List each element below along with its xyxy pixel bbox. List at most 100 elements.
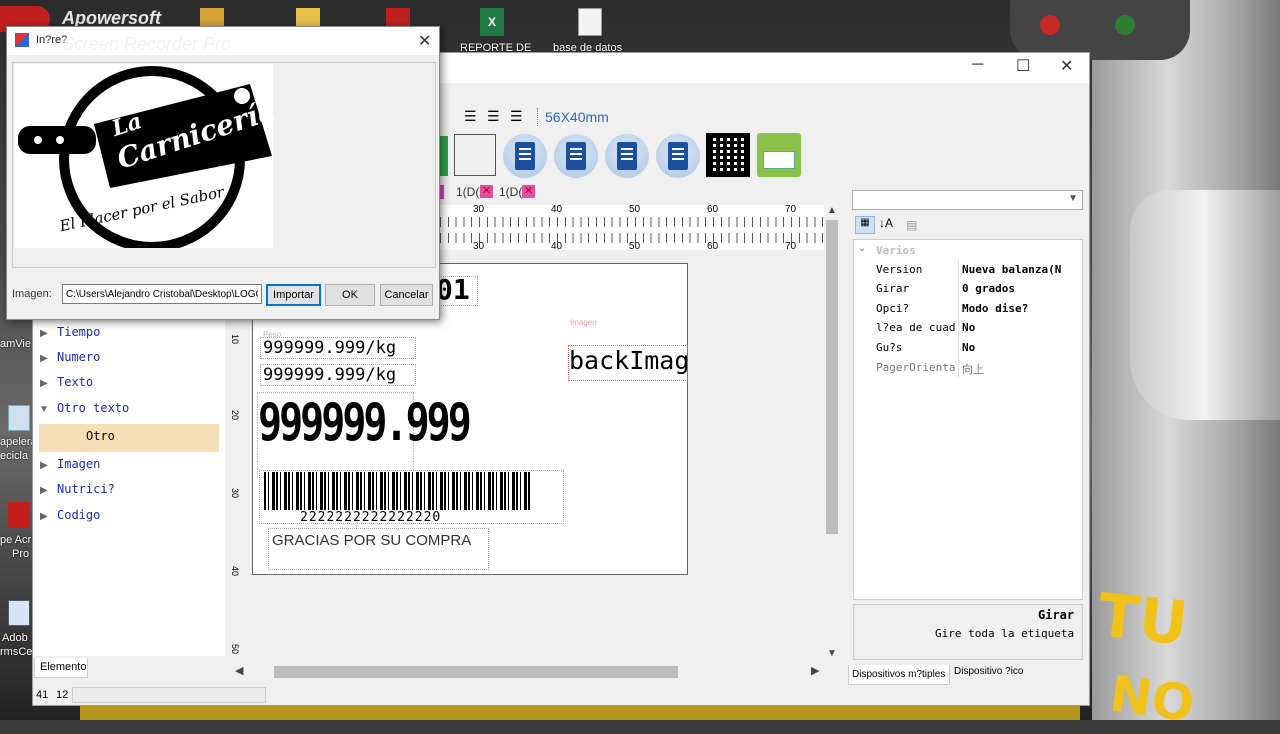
ruler-tick-40: 40: [551, 204, 563, 215]
tree-arrow-right-icon[interactable]: ▶: [40, 353, 48, 364]
tree-item-imagen[interactable]: Imagen: [57, 457, 100, 471]
prop-val-opcion[interactable]: Modo dise?: [962, 302, 1028, 315]
tab-document-2[interactable]: 1(D(: [499, 185, 522, 199]
desktop-label-papelera-2: ecicla: [0, 450, 29, 462]
ruler-tick-50: 50: [629, 204, 641, 215]
document-icon-2[interactable]: [554, 134, 598, 178]
description-text: Gire toda la etiqueta: [935, 627, 1075, 640]
tab-dispositivos-multiples[interactable]: Dispositivos m?tiples: [848, 665, 950, 685]
dialog-close-icon[interactable]: ✕: [418, 31, 431, 51]
prop-val-version[interactable]: Nueva balanza(N: [962, 263, 1082, 276]
prop-name-guias: Gu?s: [876, 341, 903, 354]
prop-val-guias[interactable]: No: [962, 341, 975, 354]
tree-arrow-right-icon[interactable]: ▶: [40, 328, 48, 339]
tree-arrow-right-icon[interactable]: ▶: [40, 460, 48, 471]
scroll-right-icon[interactable]: ▶: [811, 664, 819, 677]
recycle-bin-icon[interactable]: [8, 405, 30, 431]
align-left-icon[interactable]: ☰: [464, 108, 477, 125]
dialog-title: In?re?: [36, 34, 68, 46]
vertical-scrollbar-thumb[interactable]: [826, 220, 838, 534]
text-file-icon[interactable]: [578, 8, 602, 36]
field-big-number[interactable]: 999999.999: [257, 392, 472, 478]
ruler-tick-40b: 40: [551, 241, 563, 252]
tree-item-numero[interactable]: Numero: [57, 350, 100, 364]
acrobat-icon[interactable]: [8, 502, 30, 528]
field-thanks[interactable]: GRACIAS POR SU COMPRA: [268, 528, 489, 570]
scroll-up-icon[interactable]: ▲: [827, 205, 837, 216]
background-stripe: [80, 705, 1080, 720]
tab-dispositivo-unico[interactable]: Dispositivo ?ico: [954, 666, 1023, 677]
document-icon-1[interactable]: [503, 134, 547, 178]
tree-item-otro-texto[interactable]: Otro texto: [57, 401, 129, 415]
tree-item-codigo[interactable]: Codigo: [57, 508, 100, 522]
prop-name-opcion: Opci?: [876, 302, 910, 315]
cancel-button[interactable]: Cancelar: [380, 284, 433, 306]
mixer-head: [1010, 0, 1190, 60]
tree-arrow-right-icon[interactable]: ▶: [40, 485, 48, 496]
mixer-bowl: [1130, 190, 1280, 420]
prop-name-girar: Girar: [876, 282, 910, 295]
tree-item-otro[interactable]: Otro: [86, 429, 115, 443]
document-icon-4[interactable]: [656, 134, 700, 178]
desktop-label-adobe-1: Adob: [2, 632, 28, 644]
chevron-down-icon[interactable]: ▼: [1068, 193, 1078, 204]
field-weight-2[interactable]: 999999.999/kg: [260, 364, 416, 386]
sort-az-icon[interactable]: ↓A: [879, 216, 893, 230]
tab-close-icon-2[interactable]: ✕: [522, 185, 535, 198]
scroll-left-icon[interactable]: ◀: [235, 664, 243, 677]
categorized-icon[interactable]: ▦: [855, 216, 875, 234]
tree-arrow-right-icon[interactable]: ▶: [40, 378, 48, 389]
ruler-tick-60b: 60: [707, 241, 719, 252]
qr-code-icon[interactable]: [706, 133, 750, 177]
tree-arrow-down-icon[interactable]: ▼: [39, 404, 49, 415]
desktop-label-adobe-2: rmsCe: [0, 646, 33, 658]
ruler-tick-70b: 70: [785, 241, 797, 252]
adobe-forms-icon[interactable]: [8, 600, 30, 626]
tab-document-1[interactable]: 1(D(: [456, 185, 479, 199]
object-selector[interactable]: [852, 190, 1083, 210]
status-progress: [72, 687, 266, 703]
tab-partial[interactable]: [440, 185, 444, 199]
tree-item-nutricion[interactable]: Nutrici?: [57, 482, 115, 496]
scroll-down-icon[interactable]: ▼: [827, 648, 837, 659]
partial-green-icon[interactable]: [440, 136, 448, 176]
prop-val-girar[interactable]: 0 grados: [962, 282, 1015, 295]
ruler-tick-30b: 30: [473, 241, 485, 252]
field-top-partial: 01: [436, 273, 470, 306]
field-image-caption: Imagen: [570, 318, 597, 327]
tree-selected-row[interactable]: [39, 424, 219, 452]
label-size[interactable]: 56X40mm: [545, 109, 609, 125]
minimize-button[interactable]: ─: [972, 56, 983, 74]
category-collapse-icon[interactable]: ⌄: [858, 243, 866, 254]
tree-item-texto[interactable]: Texto: [57, 375, 93, 389]
close-button[interactable]: ✕: [1060, 56, 1073, 76]
ruler-tick-70: 70: [785, 204, 797, 215]
erase-page-icon[interactable]: [454, 134, 496, 176]
image-path-label: Imagen:: [12, 288, 52, 300]
tab-elemento[interactable]: Elemento: [34, 658, 88, 678]
dialog-titlebar: [7, 27, 439, 55]
ruler-v-20: 20: [230, 409, 241, 421]
horizontal-scrollbar-thumb[interactable]: [274, 666, 678, 678]
field-back-image[interactable]: backImage: [568, 345, 688, 381]
tree-arrow-right-icon[interactable]: ▶: [40, 511, 48, 522]
bmp-image-icon[interactable]: [757, 133, 801, 177]
image-path-input[interactable]: [62, 284, 262, 304]
document-icon-3[interactable]: [605, 134, 649, 178]
align-right-icon[interactable]: ☰: [510, 108, 523, 125]
align-center-icon[interactable]: ☰: [487, 108, 500, 125]
excel-icon[interactable]: X: [480, 8, 504, 36]
barcode-bars: [264, 472, 530, 510]
ruler-v-50: 50: [230, 643, 241, 655]
tree-item-tiempo[interactable]: Tiempo: [57, 325, 100, 339]
ruler-v-30: 30: [230, 487, 241, 499]
field-weight-1[interactable]: 999999.999/kg: [260, 337, 416, 359]
import-button[interactable]: Importar: [266, 284, 321, 306]
prop-val-linea[interactable]: No: [962, 321, 975, 334]
property-pages-icon[interactable]: ▤: [906, 218, 917, 232]
tab-close-icon-1[interactable]: ✕: [480, 185, 493, 198]
prop-val-pager[interactable]: 向上: [962, 361, 984, 377]
property-column-divider: [958, 260, 959, 378]
ok-button[interactable]: OK: [325, 284, 375, 306]
maximize-button[interactable]: ☐: [1016, 56, 1030, 76]
